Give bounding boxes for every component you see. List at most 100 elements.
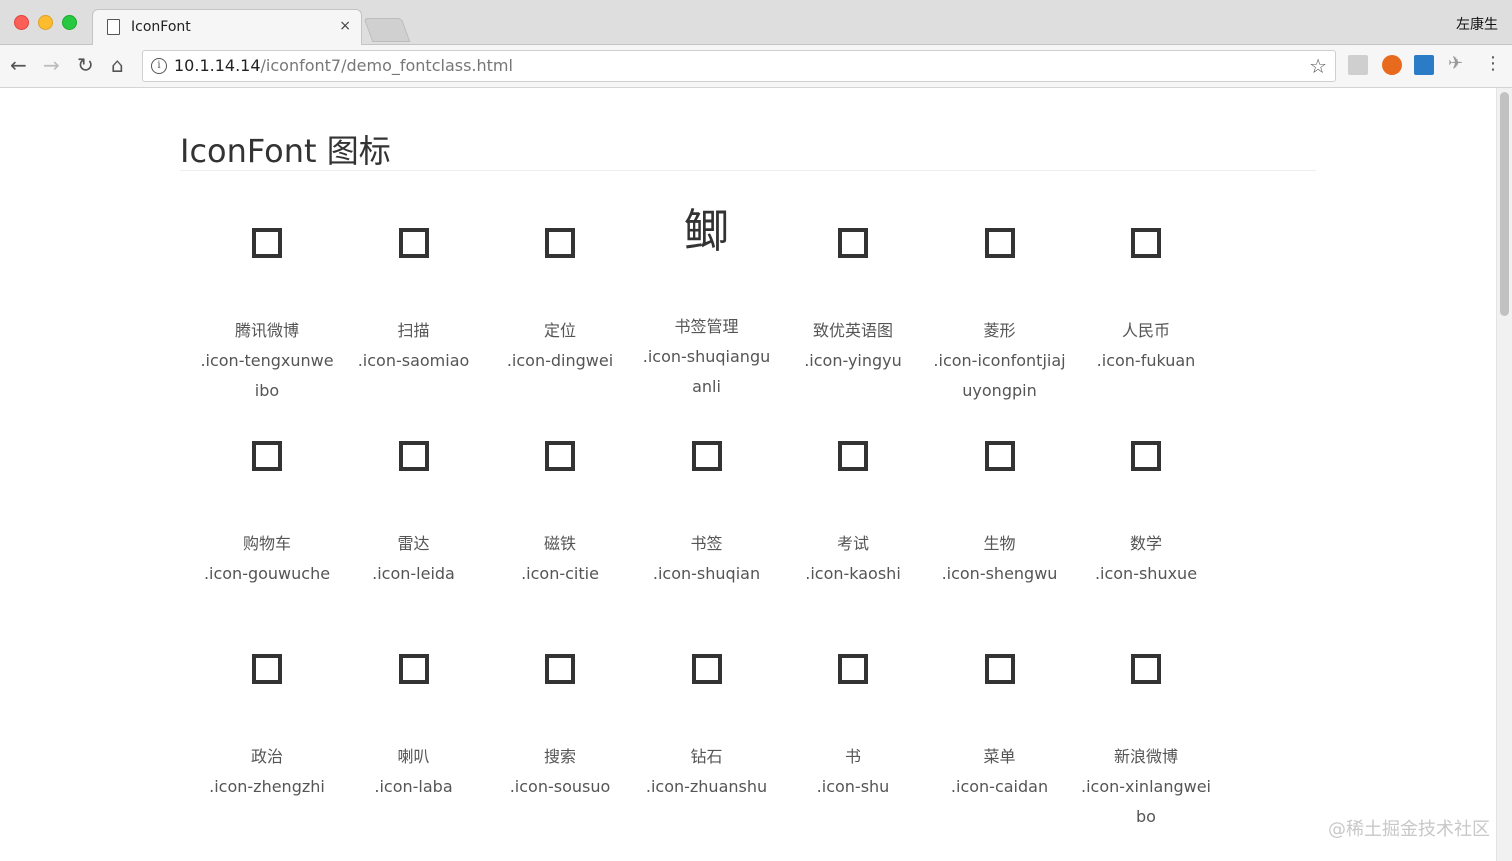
icon-glyph: 鲫 — [683, 204, 730, 258]
browser-menu-icon[interactable]: ⋮ — [1484, 53, 1502, 74]
icon-item: 菜单 .icon-caidan — [927, 654, 1073, 802]
icon-class-code: .icon-tengxunweibo — [200, 351, 334, 400]
tab-title: IconFont — [131, 19, 191, 35]
zoom-window-button[interactable] — [62, 15, 77, 30]
browser-tab[interactable]: IconFont × — [92, 9, 362, 45]
icon-item: 生物 .icon-shengwu — [927, 441, 1073, 589]
icon-name: 考试 — [836, 534, 869, 553]
url-text[interactable]: 10.1.14.14/iconfont7/demo_fontclass.html — [174, 56, 513, 75]
icon-glyph — [398, 441, 429, 471]
icon-name: 书 — [844, 747, 861, 766]
icon-item: 致优英语图 .icon-yingyu — [780, 228, 926, 376]
icon-class-code: .icon-shuqianguanli — [642, 347, 771, 396]
icon-class-code: .icon-fukuan — [1096, 351, 1196, 370]
icon-class-code: .icon-citie — [521, 564, 599, 583]
profile-name[interactable]: 左康生 — [1456, 14, 1498, 34]
info-icon[interactable]: i — [151, 58, 167, 74]
icon-item: 政治 .icon-zhengzhi — [194, 654, 340, 802]
icon-name: 书签管理 — [674, 317, 739, 336]
extension-plane-icon[interactable]: ✈ — [1448, 53, 1468, 74]
icon-item: 定位 .icon-dingwei — [487, 228, 633, 376]
icon-name: 致优英语图 — [812, 321, 893, 340]
icon-item: 数学 .icon-shuxue — [1073, 441, 1219, 589]
icon-item: 购物车 .icon-gouwuche — [194, 441, 340, 589]
icon-class-code: .icon-zhuanshu — [645, 777, 768, 796]
icon-class-code: .icon-shengwu — [941, 564, 1058, 583]
extension-layout-icon[interactable] — [1348, 55, 1368, 75]
icon-item: 扫描 .icon-saomiao — [341, 228, 487, 376]
title-divider — [180, 170, 1316, 171]
icon-name: 磁铁 — [543, 534, 576, 553]
icon-glyph — [984, 441, 1015, 471]
icon-name: 菜单 — [983, 747, 1016, 766]
icon-item: 鲫书签管理 .icon-shuqianguanli — [634, 208, 780, 402]
home-icon[interactable]: ⌂ — [111, 53, 124, 77]
url-path: /iconfont7/demo_fontclass.html — [260, 56, 513, 75]
icon-class-code: .icon-leida — [372, 564, 455, 583]
icon-name: 数学 — [1129, 534, 1162, 553]
icon-name: 生物 — [983, 534, 1016, 553]
new-tab-button[interactable] — [363, 18, 411, 42]
watermark: @稀土掘金技术社区 — [1328, 819, 1490, 840]
vertical-scrollbar[interactable] — [1496, 88, 1512, 861]
icon-glyph — [545, 654, 575, 684]
scrollbar-thumb[interactable] — [1500, 92, 1509, 316]
icon-item: 腾讯微博 .icon-tengxunweibo — [194, 228, 340, 406]
icon-glyph — [838, 228, 868, 258]
page-content: IconFont 图标 腾讯微博 .icon-tengxunweibo 扫描 .ico… — [0, 88, 1496, 861]
icon-class-code: .icon-sousuo — [509, 777, 611, 796]
icon-glyph — [838, 654, 868, 684]
icon-class-code: .icon-yingyu — [804, 351, 902, 370]
icon-name: 搜索 — [543, 747, 576, 766]
minimize-window-button[interactable] — [38, 15, 53, 30]
icon-item: 菱形 .icon-iconfontjiajuyongpin — [927, 228, 1073, 406]
address-bar[interactable]: i 10.1.14.14/iconfont7/demo_fontclass.ht… — [142, 50, 1336, 82]
forward-icon[interactable]: → — [43, 53, 60, 77]
icon-name: 新浪微博 — [1113, 747, 1178, 766]
icon-name: 雷达 — [397, 534, 430, 553]
icon-item: 书 .icon-shu — [780, 654, 926, 802]
icon-name: 定位 — [543, 321, 576, 340]
icon-item: 钻石 .icon-zhuanshu — [634, 654, 780, 802]
icon-name: 菱形 — [983, 321, 1016, 340]
icon-class-code: .icon-dingwei — [506, 351, 614, 370]
icon-glyph — [691, 654, 722, 684]
icon-name: 人民币 — [1121, 321, 1170, 340]
icon-item: 雷达 .icon-leida — [341, 441, 487, 589]
browser-titlebar: IconFont × 左康生 — [0, 0, 1512, 45]
close-window-button[interactable] — [14, 15, 29, 30]
back-icon[interactable]: ← — [10, 53, 27, 77]
icon-item: 书签 .icon-shuqian — [634, 441, 780, 589]
icon-glyph — [252, 654, 282, 684]
icon-class-code: .icon-laba — [374, 777, 453, 796]
page-title: IconFont 图标 — [180, 132, 391, 170]
icon-glyph — [984, 654, 1015, 684]
icon-class-code: .icon-caidan — [950, 777, 1049, 796]
icon-item: 搜索 .icon-sousuo — [487, 654, 633, 802]
icon-name: 腾讯微博 — [234, 321, 299, 340]
icon-name: 扫描 — [397, 321, 430, 340]
icon-name: 书签 — [690, 534, 723, 553]
document-icon — [107, 19, 120, 35]
tab-close-icon[interactable]: × — [339, 18, 351, 34]
icon-glyph — [838, 441, 868, 471]
reload-icon[interactable]: ↻ — [77, 53, 94, 77]
extension-blue-s-icon[interactable] — [1414, 55, 1434, 75]
icon-glyph — [252, 441, 282, 471]
icon-class-code: .icon-gouwuche — [203, 564, 331, 583]
icon-class-code: .icon-xinlangweibo — [1080, 777, 1211, 826]
icon-class-code: .icon-kaoshi — [805, 564, 901, 583]
icon-item: 磁铁 .icon-citie — [487, 441, 633, 589]
icon-class-code: .icon-iconfontjiajuyongpin — [933, 351, 1066, 400]
icon-glyph — [984, 228, 1015, 258]
icon-class-code: .icon-zhengzhi — [209, 777, 325, 796]
icon-class-code: .icon-shuqian — [652, 564, 761, 583]
bookmark-star-icon[interactable]: ☆ — [1309, 54, 1327, 78]
icon-class-code: .icon-shuxue — [1094, 564, 1198, 583]
icon-name: 购物车 — [242, 534, 291, 553]
icon-item: 喇叭 .icon-laba — [341, 654, 487, 802]
icon-item: 人民币 .icon-fukuan — [1073, 228, 1219, 376]
icon-glyph — [252, 228, 282, 258]
icon-item: 考试 .icon-kaoshi — [780, 441, 926, 589]
extension-orange-icon[interactable] — [1382, 55, 1402, 75]
